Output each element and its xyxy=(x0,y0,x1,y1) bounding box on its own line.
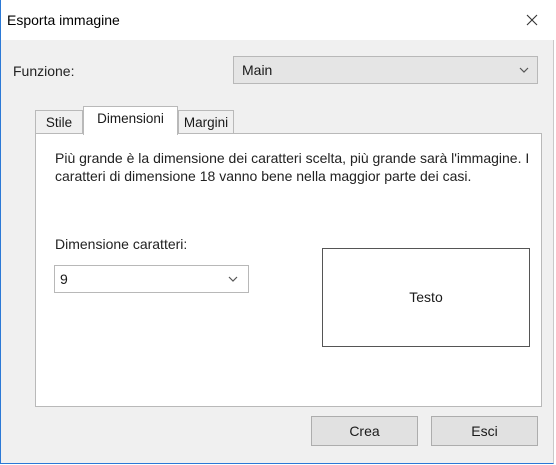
chevron-down-icon xyxy=(228,276,238,282)
tab-dimensioni[interactable]: Dimensioni xyxy=(83,106,178,135)
font-size-dropdown[interactable]: 9 xyxy=(54,265,249,293)
close-button[interactable] xyxy=(509,0,555,40)
close-icon xyxy=(526,14,538,26)
tab-stile[interactable]: Stile xyxy=(35,110,83,134)
preview-box: Testo xyxy=(322,248,530,347)
window-title: Esporta immagine xyxy=(7,12,120,28)
function-label: Funzione: xyxy=(13,63,75,79)
tab-label: Stile xyxy=(45,115,73,130)
function-dropdown[interactable]: Main xyxy=(233,56,538,84)
title-bar: Esporta immagine xyxy=(1,0,555,40)
exit-button[interactable]: Esci xyxy=(431,416,538,446)
tab-label: Dimensioni xyxy=(97,111,164,126)
tab-label: Margini xyxy=(183,115,229,130)
create-button[interactable]: Crea xyxy=(311,416,418,446)
export-image-dialog: Esporta immagine Funzione: Main Stile Di… xyxy=(0,0,555,464)
function-selected-value: Main xyxy=(242,62,273,78)
font-size-label: Dimensione caratteri: xyxy=(55,236,188,252)
preview-text: Testo xyxy=(409,289,443,305)
tab-margini[interactable]: Margini xyxy=(178,110,234,134)
chevron-down-icon xyxy=(519,67,529,73)
font-size-value: 9 xyxy=(60,271,68,287)
tab-panel-dimensioni: Più grande è la dimensione dei caratteri… xyxy=(35,133,542,407)
description-text: Più grande è la dimensione dei caratteri… xyxy=(55,150,530,184)
